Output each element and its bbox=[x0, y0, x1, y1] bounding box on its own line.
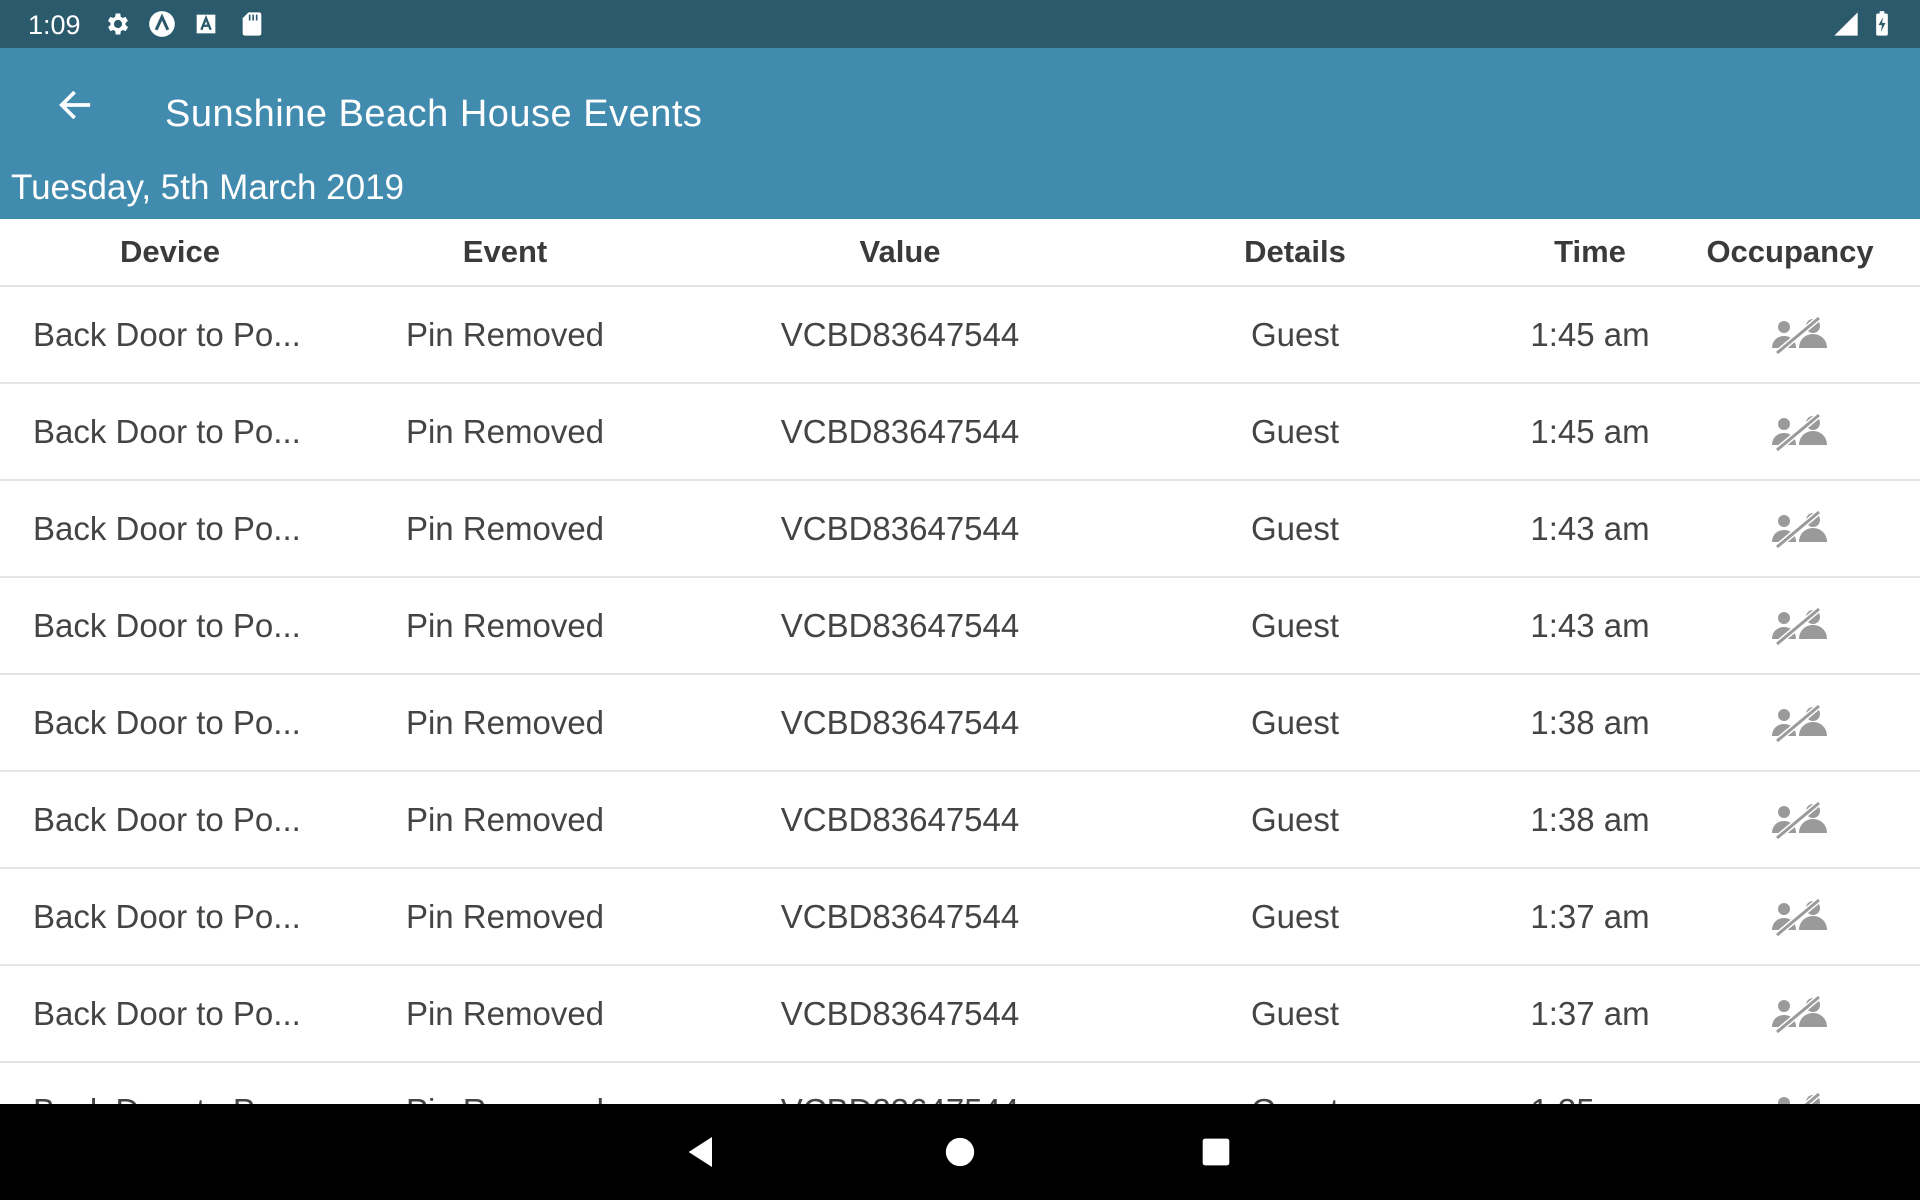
cell-event: Pin Removed bbox=[405, 316, 605, 353]
app-bar: Sunshine Beach House Events bbox=[0, 48, 1920, 160]
cell-value: VCBD83647544 bbox=[740, 1063, 1060, 1104]
cell-event: Pin Removed bbox=[405, 801, 605, 838]
cell-details: Guest bbox=[1195, 1063, 1395, 1104]
home-circle-icon bbox=[940, 1132, 980, 1172]
back-triangle-icon bbox=[682, 1132, 722, 1172]
cell-details: Guest bbox=[1250, 898, 1340, 935]
cell-device: Back Door to Po... bbox=[33, 1063, 323, 1104]
cell-time: 1:43 am bbox=[1530, 607, 1650, 644]
page-title: Sunshine Beach House Events bbox=[165, 93, 703, 135]
cell-details: Guest bbox=[1250, 316, 1340, 353]
column-header-device: Device bbox=[120, 234, 220, 269]
cell-details: Guest bbox=[1250, 607, 1340, 644]
table-row[interactable]: Back Door to Po... Pin Removed VCBD83647… bbox=[0, 869, 1920, 966]
cell-value: VCBD83647544 bbox=[780, 510, 1020, 547]
cell-value: VCBD83647544 bbox=[780, 316, 1020, 353]
cell-device: Back Door to Po... bbox=[33, 995, 301, 1032]
column-header-details: Details bbox=[1244, 234, 1346, 269]
cell-details: Guest bbox=[1250, 995, 1340, 1032]
table-row[interactable]: Back Door to Po... Pin Removed VCBD83647… bbox=[0, 481, 1920, 578]
people-unoccupied-icon bbox=[1755, 287, 1845, 382]
cell-device: Back Door to Po... bbox=[33, 510, 301, 547]
column-header-event: Event bbox=[462, 234, 548, 269]
cell-details: Guest bbox=[1250, 510, 1340, 547]
people-unoccupied-icon bbox=[1755, 481, 1845, 576]
date-header: Tuesday, 5th March 2019 bbox=[0, 160, 1920, 219]
sd-card-icon bbox=[238, 10, 266, 38]
cell-device: Back Door to Po... bbox=[33, 607, 301, 644]
people-unoccupied-icon bbox=[1755, 1063, 1845, 1104]
cell-device: Back Door to Po... bbox=[33, 801, 301, 838]
table-row[interactable]: Back Door to Po... Pin Removed VCBD83647… bbox=[0, 287, 1920, 384]
table-row[interactable]: Back Door to Po... Pin Removed VCBD83647… bbox=[0, 384, 1920, 481]
nav-home-button[interactable] bbox=[936, 1128, 984, 1176]
cell-value: VCBD83647544 bbox=[780, 801, 1020, 838]
text-box-icon bbox=[192, 10, 220, 38]
cell-event: Pin Removed bbox=[405, 413, 605, 450]
cell-time: 1:38 am bbox=[1530, 801, 1650, 838]
people-unoccupied-icon bbox=[1755, 675, 1845, 770]
people-unoccupied-icon bbox=[1755, 966, 1845, 1061]
back-button[interactable] bbox=[46, 76, 104, 134]
cell-device: Back Door to Po... bbox=[33, 316, 301, 353]
cell-value: VCBD83647544 bbox=[780, 704, 1020, 741]
people-unoccupied-icon bbox=[1755, 578, 1845, 673]
cell-time: 1:38 am bbox=[1530, 704, 1650, 741]
cell-time: 1:45 am bbox=[1530, 316, 1650, 353]
signal-icon bbox=[1832, 10, 1860, 38]
cell-value: VCBD83647544 bbox=[780, 413, 1020, 450]
arrow-left-icon bbox=[55, 85, 95, 125]
cell-value: VCBD83647544 bbox=[780, 607, 1020, 644]
cell-time: 1:45 am bbox=[1530, 413, 1650, 450]
status-time: 1:09 bbox=[28, 10, 81, 40]
cell-event: Pin Removed bbox=[405, 898, 605, 935]
people-unoccupied-icon bbox=[1755, 869, 1845, 964]
table-row[interactable]: Back Door to Po... Pin Removed VCBD83647… bbox=[0, 772, 1920, 869]
column-header-occupancy: Occupancy bbox=[1706, 234, 1874, 269]
cell-details: Guest bbox=[1250, 801, 1340, 838]
cell-event: Pin Removed bbox=[405, 995, 605, 1032]
status-bar: 1:09 bbox=[0, 0, 1920, 48]
cell-device: Back Door to Po... bbox=[33, 898, 301, 935]
table-row[interactable]: Back Door to Po... Pin Removed VCBD83647… bbox=[0, 966, 1920, 1063]
cell-time: 1:37 am bbox=[1530, 995, 1650, 1032]
battery-charging-icon bbox=[1868, 10, 1896, 38]
cell-event: Pin Removed bbox=[405, 607, 605, 644]
people-unoccupied-icon bbox=[1755, 772, 1845, 867]
recents-square-icon bbox=[1196, 1132, 1236, 1172]
cell-details: Guest bbox=[1250, 413, 1340, 450]
table-row[interactable]: Back Door to Po... Pin Removed VCBD83647… bbox=[0, 675, 1920, 772]
nav-back-button[interactable] bbox=[678, 1128, 726, 1176]
people-unoccupied-icon bbox=[1755, 384, 1845, 479]
cell-value: VCBD83647544 bbox=[780, 995, 1020, 1032]
nav-recents-button[interactable] bbox=[1192, 1128, 1240, 1176]
column-header-time: Time bbox=[1554, 234, 1626, 269]
table-header: Device Event Value Details Time Occupanc… bbox=[0, 219, 1920, 287]
cell-event: Pin Removed bbox=[405, 704, 605, 741]
table-row[interactable]: Back Door to Po... Pin Removed VCBD83647… bbox=[0, 578, 1920, 675]
cell-device: Back Door to Po... bbox=[33, 413, 301, 450]
cell-event: Pin Removed bbox=[385, 1063, 625, 1104]
events-table[interactable]: Back Door to Po... Pin Removed VCBD83647… bbox=[0, 287, 1920, 1104]
cell-event: Pin Removed bbox=[405, 510, 605, 547]
cell-device: Back Door to Po... bbox=[33, 704, 301, 741]
cell-time: 1:35 am bbox=[1490, 1063, 1690, 1104]
arrow-circle-icon bbox=[148, 10, 176, 38]
column-header-value: Value bbox=[859, 234, 941, 269]
cell-time: 1:37 am bbox=[1530, 898, 1650, 935]
table-row[interactable]: Back Door to Po... Pin Removed VCBD83647… bbox=[0, 1063, 1920, 1104]
cell-time: 1:43 am bbox=[1530, 510, 1650, 547]
date-header-text: Tuesday, 5th March 2019 bbox=[11, 168, 404, 207]
cell-details: Guest bbox=[1250, 704, 1340, 741]
cell-value: VCBD83647544 bbox=[780, 898, 1020, 935]
navigation-bar bbox=[0, 1104, 1920, 1200]
gear-icon bbox=[104, 10, 132, 38]
